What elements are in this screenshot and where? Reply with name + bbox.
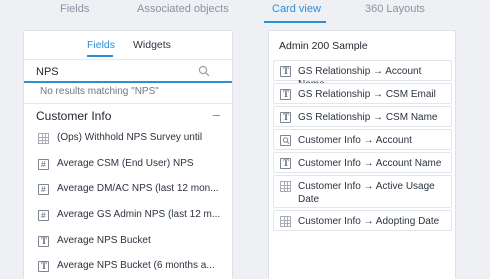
field-label: Average CSM (End User) NPS: [57, 157, 194, 169]
text-icon: [38, 235, 49, 247]
card-field-label: GS Relationship → CSM Email: [298, 89, 436, 100]
search-input[interactable]: [36, 64, 196, 80]
text-icon: [280, 112, 291, 123]
card-field-item[interactable]: Customer Info → Active Usage Date: [273, 175, 452, 208]
card-field-item[interactable]: GS Relationship → CSM Email: [273, 83, 452, 104]
field-label: (Ops) Withhold NPS Survey until: [57, 132, 203, 143]
card-field-item[interactable]: GS Relationship → Account Name: [273, 60, 452, 90]
field-item[interactable]: Average GS Admin NPS (last 12 m...: [24, 204, 232, 230]
section-header-customer-info[interactable]: Customer Info –: [24, 103, 232, 127]
tab-360-layouts[interactable]: 360 Layouts: [365, 3, 425, 15]
field-label: Average NPS Bucket: [57, 234, 151, 246]
text-icon: [280, 89, 291, 100]
card-field-item[interactable]: Customer Info → Account: [273, 129, 452, 150]
field-item[interactable]: Average NPS Bucket (6 months a...: [24, 255, 232, 279]
grid-icon: [38, 133, 49, 144]
field-item[interactable]: Average NPS Bucket: [24, 230, 232, 256]
collapse-icon[interactable]: –: [213, 107, 220, 122]
field-label: Average DM/AC NPS (last 12 mon...: [57, 183, 219, 195]
tab-card-view[interactable]: Card view: [272, 3, 321, 15]
field-item[interactable]: (Ops) Withhold NPS Survey until: [24, 127, 232, 153]
card-field-label: Customer Info → Account Name: [298, 158, 442, 169]
card-title: Admin 200 Sample: [279, 40, 368, 52]
card-field-item[interactable]: GS Relationship → CSM Name: [273, 106, 452, 127]
no-results-message: No results matching "NPS": [40, 86, 159, 97]
active-tab-indicator: [264, 21, 326, 23]
search-box: [24, 59, 232, 83]
card-field-label: Customer Info → Adopting Date: [298, 216, 440, 227]
top-tab-bar: Fields Associated objects Card view 360 …: [0, 0, 490, 24]
grid-icon: [280, 216, 291, 227]
text-icon: [280, 158, 291, 169]
number-icon: [38, 184, 49, 196]
card-field-item[interactable]: Customer Info → Account Name: [273, 152, 452, 173]
sub-tab-widgets[interactable]: Widgets: [133, 39, 171, 51]
fields-panel: Fields Widgets No results matching "NPS"…: [23, 30, 233, 279]
section-title: Customer Info: [36, 109, 112, 123]
panel-sub-tabs: Fields Widgets: [24, 31, 232, 59]
number-icon: [38, 210, 49, 222]
active-sub-tab-indicator: [87, 55, 113, 57]
grid-icon: [280, 181, 291, 192]
number-icon: [38, 158, 49, 170]
card-field-label: Customer Info → Account: [298, 135, 412, 146]
tab-fields[interactable]: Fields: [60, 3, 89, 15]
lookup-icon: [280, 135, 291, 146]
field-item[interactable]: Average CSM (End User) NPS: [24, 153, 232, 179]
field-label: Average NPS Bucket (6 months a...: [57, 260, 215, 272]
field-list: (Ops) Withhold NPS Survey until Average …: [24, 127, 232, 279]
tab-associated-objects[interactable]: Associated objects: [137, 3, 229, 15]
card-preview-panel: Admin 200 Sample GS Relationship → Accou…: [268, 30, 456, 279]
card-field-item[interactable]: Customer Info → Adopting Date: [273, 210, 452, 231]
card-field-label: Customer Info → Active Usage Date: [298, 181, 435, 205]
card-field-label: GS Relationship → CSM Name: [298, 112, 438, 123]
sub-tab-fields[interactable]: Fields: [87, 39, 115, 51]
text-icon: [38, 261, 49, 273]
field-label: Average GS Admin NPS (last 12 m...: [57, 209, 221, 221]
field-item[interactable]: Average DM/AC NPS (last 12 mon...: [24, 178, 232, 204]
text-icon: [280, 66, 291, 77]
search-icon[interactable]: [198, 65, 210, 77]
